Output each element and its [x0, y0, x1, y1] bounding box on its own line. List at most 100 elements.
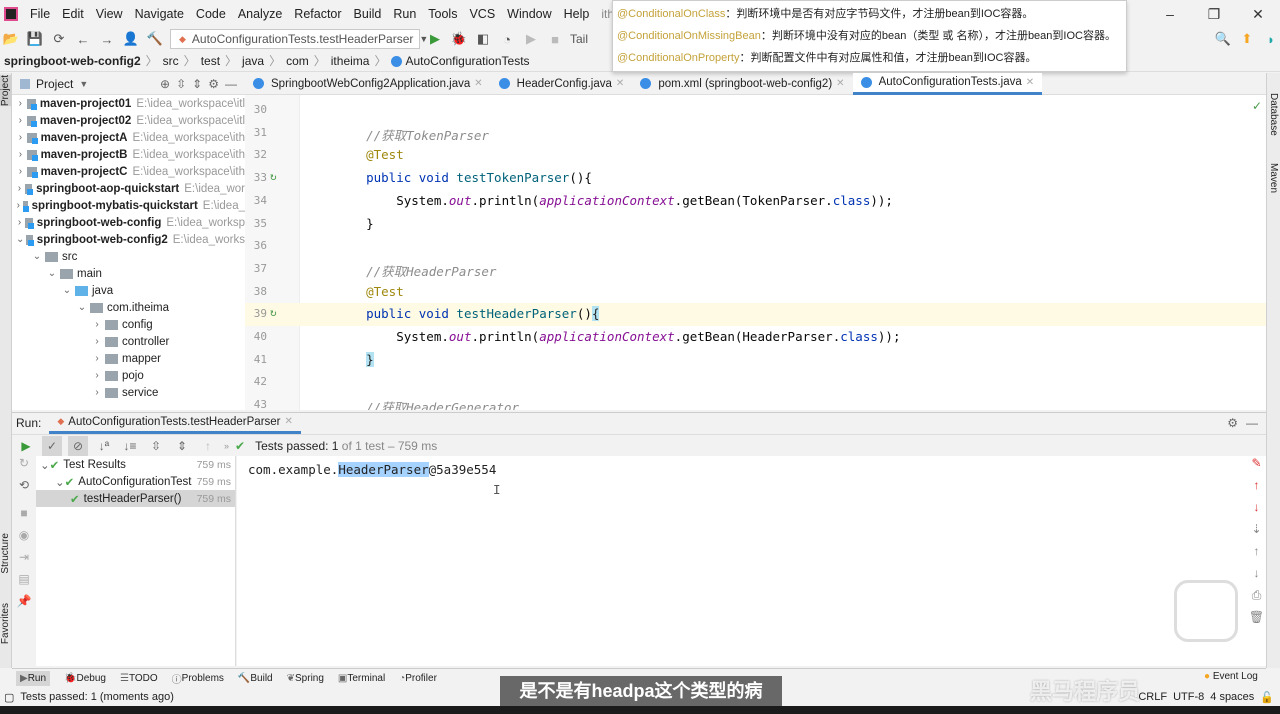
chevron-right-icon[interactable]: ›: [91, 319, 103, 330]
chevron-right-icon[interactable]: ›: [16, 183, 23, 194]
user-icon[interactable]: 👤: [122, 31, 140, 47]
chevron-down-icon[interactable]: ⌄: [16, 234, 24, 245]
clear-icon[interactable]: ✎: [1247, 456, 1266, 478]
open-icon[interactable]: 📂: [2, 31, 20, 47]
delete-icon[interactable]: 🗑: [1247, 610, 1266, 632]
close-tab-icon[interactable]: ✕: [1026, 77, 1034, 88]
chevron-right-icon[interactable]: ›: [16, 200, 21, 211]
menu-build[interactable]: Build: [348, 7, 388, 21]
menu-analyze[interactable]: Analyze: [232, 7, 288, 21]
sync-icon[interactable]: ⟳: [50, 31, 68, 47]
menu-vcs[interactable]: VCS: [463, 7, 501, 21]
toggle-auto-test-icon[interactable]: ⟲: [12, 478, 36, 506]
build-hammer-icon[interactable]: 🔨: [146, 31, 164, 47]
chevron-down-icon[interactable]: ⌄: [40, 458, 50, 472]
tree-node[interactable]: ⌄ com.itheima: [12, 299, 245, 316]
gear-icon[interactable]: ⚙: [208, 77, 219, 91]
tree-node[interactable]: › maven-project02 E:\idea_workspace\itl: [12, 112, 245, 129]
close-button[interactable]: ✕: [1236, 6, 1280, 23]
collapse-all-icon[interactable]: ⇕: [172, 436, 192, 456]
rerun-icon[interactable]: ▶: [16, 436, 36, 456]
show-passed-toggle[interactable]: ✓: [42, 435, 62, 456]
inspection-ok-icon[interactable]: ✓: [1252, 99, 1262, 113]
tool-window-build[interactable]: 🔨 Build: [238, 673, 273, 684]
tree-node[interactable]: › config: [12, 316, 245, 333]
expand-all-icon[interactable]: ⇳: [176, 77, 186, 91]
chevron-right-icon[interactable]: ›: [91, 370, 103, 381]
breadcrumb-item[interactable]: AutoConfigurationTests: [391, 54, 530, 68]
chevron-down-icon[interactable]: ⌄: [61, 285, 73, 296]
forward-icon[interactable]: →: [98, 32, 116, 47]
down-icon[interactable]: ↓: [1247, 500, 1266, 522]
search-icon[interactable]: 🔍: [1214, 31, 1232, 47]
tree-node[interactable]: › maven-projectC E:\idea_workspace\ith: [12, 163, 245, 180]
coverage-icon[interactable]: ◧: [474, 31, 492, 47]
minimize-button[interactable]: –: [1148, 6, 1192, 22]
tool-window-run[interactable]: ▶ Run: [16, 671, 51, 686]
menu-window[interactable]: Window: [501, 7, 557, 21]
test-result-node[interactable]: ⌄ ✔ AutoConfigurationTest 759 ms: [36, 473, 235, 490]
tree-node[interactable]: › springboot-web-config E:\idea_worksp: [12, 214, 245, 231]
structure-side-tab[interactable]: Structure: [0, 533, 11, 574]
camera-icon[interactable]: ◉: [12, 528, 36, 550]
editor-tab[interactable]: HeaderConfig.java ✕: [491, 73, 633, 95]
close-tab-icon[interactable]: ✕: [474, 78, 482, 89]
tree-node[interactable]: ⌄ java: [12, 282, 245, 299]
chevron-down-icon[interactable]: ⌄: [76, 302, 88, 313]
test-result-node[interactable]: ✔ testHeaderParser() 759 ms: [36, 490, 235, 507]
up-icon[interactable]: ↑: [1247, 478, 1266, 500]
sort-duration-icon[interactable]: ↓≡: [120, 436, 140, 456]
editor-tab[interactable]: SpringbootWebConfig2Application.java ✕: [245, 73, 491, 95]
tree-node[interactable]: ⌄ src: [12, 248, 245, 265]
gear-icon[interactable]: ⚙: [1227, 416, 1238, 430]
tree-node[interactable]: › springboot-aop-quickstart E:\idea_wor: [12, 180, 245, 197]
rerun-failed-icon[interactable]: ↻: [12, 456, 36, 478]
chevron-down-icon[interactable]: ⌄: [31, 251, 43, 262]
menu-file[interactable]: File: [24, 7, 56, 21]
status-message[interactable]: Tests passed: 1 (moments ago): [20, 691, 173, 703]
exit-icon[interactable]: ⇥: [12, 550, 36, 572]
run-test-gutter-icon[interactable]: ↻: [270, 306, 277, 319]
chevron-right-icon[interactable]: ›: [91, 387, 103, 398]
run-config-select[interactable]: ◆ AutoConfigurationTests.testHeaderParse…: [170, 29, 428, 49]
chevron-down-icon[interactable]: ⌄: [46, 268, 58, 279]
database-side-tab[interactable]: Database: [1268, 93, 1279, 136]
chevron-right-icon[interactable]: ›: [91, 353, 103, 364]
project-view-select[interactable]: Project: [36, 77, 73, 91]
tree-node[interactable]: ⌄ main: [12, 265, 245, 282]
run-tab[interactable]: ◆ AutoConfigurationTests.testHeaderParse…: [49, 412, 301, 434]
tool-window-spring[interactable]: ❦ Spring: [287, 673, 324, 684]
tool-window-debug[interactable]: 🐞 Debug: [64, 673, 106, 684]
tree-node[interactable]: › mapper: [12, 350, 245, 367]
sort-alpha-icon[interactable]: ↓ª: [94, 436, 114, 456]
plugin-icon[interactable]: ◗: [1262, 32, 1280, 47]
close-tab-icon[interactable]: ✕: [285, 416, 293, 427]
line-separator[interactable]: CRLF: [1138, 691, 1167, 703]
tree-node[interactable]: › maven-projectA E:\idea_workspace\ith: [12, 129, 245, 146]
file-encoding[interactable]: UTF-8: [1173, 691, 1204, 703]
chevron-right-icon[interactable]: ›: [16, 98, 25, 109]
tool-window-terminal[interactable]: ▣ Terminal: [338, 673, 385, 684]
tree-node[interactable]: › service: [12, 384, 245, 401]
locate-icon[interactable]: ⊕: [160, 77, 170, 91]
breadcrumb-item[interactable]: com: [286, 54, 309, 68]
run-test-gutter-icon[interactable]: ↻: [270, 170, 277, 183]
tree-node[interactable]: › maven-projectB E:\idea_workspace\ith: [12, 146, 245, 163]
menu-navigate[interactable]: Navigate: [129, 7, 190, 21]
scroll-up-icon[interactable]: ↑: [1247, 544, 1266, 566]
previous-failed-icon[interactable]: ↑: [198, 436, 218, 456]
layout-icon[interactable]: ▤: [12, 572, 36, 594]
tail-button[interactable]: Tail: [570, 32, 588, 46]
stop-icon[interactable]: ■: [12, 506, 36, 528]
editor-tab[interactable]: pom.xml (springboot-web-config2) ✕: [632, 73, 852, 95]
stop-icon[interactable]: ■: [546, 32, 564, 47]
soft-wrap-icon[interactable]: ⇣: [1247, 522, 1266, 544]
tool-window-todo[interactable]: ☰ TODO: [120, 673, 158, 684]
tool-window-problems[interactable]: ⓘ Problems: [172, 671, 224, 686]
tree-node[interactable]: › pojo: [12, 367, 245, 384]
tree-node[interactable]: › maven-project01 E:\idea_workspace\itl: [12, 95, 245, 112]
update-icon[interactable]: ⬆: [1238, 31, 1256, 47]
print-icon[interactable]: ⎙: [1247, 588, 1266, 610]
menu-help[interactable]: Help: [558, 7, 596, 21]
back-icon[interactable]: ←: [74, 32, 92, 47]
